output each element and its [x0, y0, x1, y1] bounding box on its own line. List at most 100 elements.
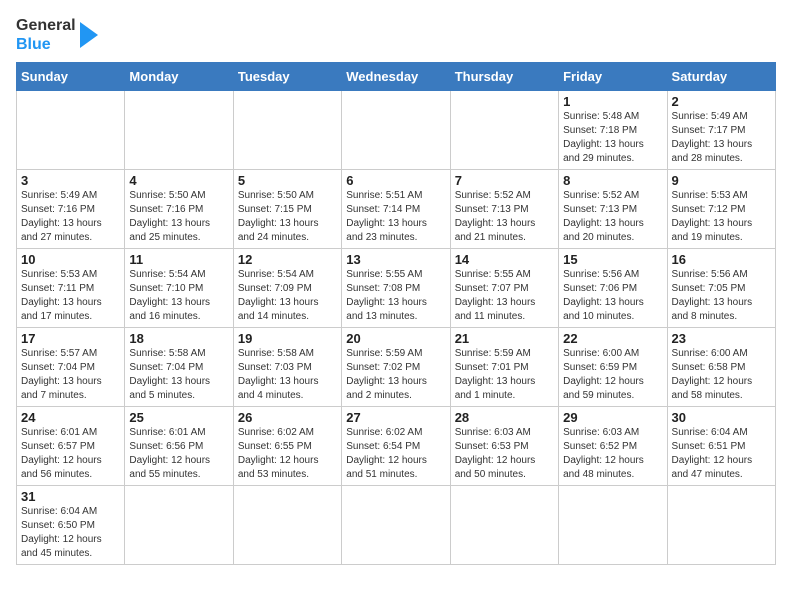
day-number: 18	[129, 331, 228, 346]
day-number: 17	[21, 331, 120, 346]
day-number: 21	[455, 331, 554, 346]
calendar-day-cell: 15Sunrise: 5:56 AM Sunset: 7:06 PM Dayli…	[559, 249, 667, 328]
calendar-day-cell: 12Sunrise: 5:54 AM Sunset: 7:09 PM Dayli…	[233, 249, 341, 328]
day-number: 14	[455, 252, 554, 267]
calendar-day-cell: 6Sunrise: 5:51 AM Sunset: 7:14 PM Daylig…	[342, 170, 450, 249]
calendar-day-cell	[450, 486, 558, 565]
day-info: Sunrise: 6:04 AM Sunset: 6:51 PM Dayligh…	[672, 426, 771, 482]
day-info: Sunrise: 5:49 AM Sunset: 7:17 PM Dayligh…	[672, 110, 771, 166]
day-number: 28	[455, 410, 554, 425]
calendar-week-row: 17Sunrise: 5:57 AM Sunset: 7:04 PM Dayli…	[17, 328, 776, 407]
calendar-day-cell: 1Sunrise: 5:48 AM Sunset: 7:18 PM Daylig…	[559, 91, 667, 170]
calendar-day-cell: 2Sunrise: 5:49 AM Sunset: 7:17 PM Daylig…	[667, 91, 775, 170]
calendar-day-cell	[559, 486, 667, 565]
calendar-table: SundayMondayTuesdayWednesdayThursdayFrid…	[16, 62, 776, 565]
day-info: Sunrise: 5:56 AM Sunset: 7:06 PM Dayligh…	[563, 268, 662, 324]
weekday-header: Saturday	[667, 63, 775, 91]
day-number: 2	[672, 94, 771, 109]
day-number: 24	[21, 410, 120, 425]
day-number: 12	[238, 252, 337, 267]
calendar-day-cell: 16Sunrise: 5:56 AM Sunset: 7:05 PM Dayli…	[667, 249, 775, 328]
day-number: 8	[563, 173, 662, 188]
calendar-day-cell: 3Sunrise: 5:49 AM Sunset: 7:16 PM Daylig…	[17, 170, 125, 249]
calendar-day-cell: 26Sunrise: 6:02 AM Sunset: 6:55 PM Dayli…	[233, 407, 341, 486]
day-info: Sunrise: 5:58 AM Sunset: 7:03 PM Dayligh…	[238, 347, 337, 403]
weekday-header: Monday	[125, 63, 233, 91]
calendar-day-cell: 18Sunrise: 5:58 AM Sunset: 7:04 PM Dayli…	[125, 328, 233, 407]
weekday-header: Tuesday	[233, 63, 341, 91]
calendar-day-cell	[233, 91, 341, 170]
calendar-day-cell	[125, 486, 233, 565]
day-info: Sunrise: 5:49 AM Sunset: 7:16 PM Dayligh…	[21, 189, 120, 245]
calendar-day-cell: 13Sunrise: 5:55 AM Sunset: 7:08 PM Dayli…	[342, 249, 450, 328]
calendar-day-cell: 22Sunrise: 6:00 AM Sunset: 6:59 PM Dayli…	[559, 328, 667, 407]
day-number: 31	[21, 489, 120, 504]
calendar-day-cell: 23Sunrise: 6:00 AM Sunset: 6:58 PM Dayli…	[667, 328, 775, 407]
day-info: Sunrise: 6:01 AM Sunset: 6:57 PM Dayligh…	[21, 426, 120, 482]
day-info: Sunrise: 6:00 AM Sunset: 6:59 PM Dayligh…	[563, 347, 662, 403]
day-number: 3	[21, 173, 120, 188]
day-number: 6	[346, 173, 445, 188]
weekday-header: Wednesday	[342, 63, 450, 91]
calendar-day-cell: 30Sunrise: 6:04 AM Sunset: 6:51 PM Dayli…	[667, 407, 775, 486]
calendar-day-cell	[17, 91, 125, 170]
logo-triangle-icon	[80, 18, 98, 52]
calendar-day-cell: 29Sunrise: 6:03 AM Sunset: 6:52 PM Dayli…	[559, 407, 667, 486]
day-info: Sunrise: 5:50 AM Sunset: 7:16 PM Dayligh…	[129, 189, 228, 245]
day-number: 4	[129, 173, 228, 188]
day-number: 11	[129, 252, 228, 267]
day-number: 15	[563, 252, 662, 267]
day-number: 23	[672, 331, 771, 346]
calendar-day-cell: 17Sunrise: 5:57 AM Sunset: 7:04 PM Dayli…	[17, 328, 125, 407]
day-info: Sunrise: 5:56 AM Sunset: 7:05 PM Dayligh…	[672, 268, 771, 324]
calendar-day-cell: 4Sunrise: 5:50 AM Sunset: 7:16 PM Daylig…	[125, 170, 233, 249]
calendar-day-cell: 7Sunrise: 5:52 AM Sunset: 7:13 PM Daylig…	[450, 170, 558, 249]
day-info: Sunrise: 5:55 AM Sunset: 7:07 PM Dayligh…	[455, 268, 554, 324]
calendar-day-cell: 27Sunrise: 6:02 AM Sunset: 6:54 PM Dayli…	[342, 407, 450, 486]
calendar-day-cell: 25Sunrise: 6:01 AM Sunset: 6:56 PM Dayli…	[125, 407, 233, 486]
calendar-day-cell	[450, 91, 558, 170]
day-info: Sunrise: 5:54 AM Sunset: 7:10 PM Dayligh…	[129, 268, 228, 324]
day-number: 7	[455, 173, 554, 188]
calendar-week-row: 31Sunrise: 6:04 AM Sunset: 6:50 PM Dayli…	[17, 486, 776, 565]
weekday-header: Sunday	[17, 63, 125, 91]
page-header: GeneralBlue	[16, 16, 776, 54]
day-info: Sunrise: 6:00 AM Sunset: 6:58 PM Dayligh…	[672, 347, 771, 403]
calendar-day-cell: 19Sunrise: 5:58 AM Sunset: 7:03 PM Dayli…	[233, 328, 341, 407]
day-number: 16	[672, 252, 771, 267]
day-info: Sunrise: 5:52 AM Sunset: 7:13 PM Dayligh…	[455, 189, 554, 245]
calendar-day-cell: 20Sunrise: 5:59 AM Sunset: 7:02 PM Dayli…	[342, 328, 450, 407]
logo: GeneralBlue	[16, 16, 98, 54]
calendar-day-cell	[233, 486, 341, 565]
day-info: Sunrise: 6:01 AM Sunset: 6:56 PM Dayligh…	[129, 426, 228, 482]
weekday-header: Friday	[559, 63, 667, 91]
calendar-week-row: 1Sunrise: 5:48 AM Sunset: 7:18 PM Daylig…	[17, 91, 776, 170]
calendar-day-cell: 5Sunrise: 5:50 AM Sunset: 7:15 PM Daylig…	[233, 170, 341, 249]
calendar-day-cell	[125, 91, 233, 170]
day-number: 26	[238, 410, 337, 425]
day-info: Sunrise: 5:54 AM Sunset: 7:09 PM Dayligh…	[238, 268, 337, 324]
calendar-day-cell: 9Sunrise: 5:53 AM Sunset: 7:12 PM Daylig…	[667, 170, 775, 249]
day-number: 1	[563, 94, 662, 109]
logo-text: GeneralBlue	[16, 16, 76, 54]
calendar-day-cell: 10Sunrise: 5:53 AM Sunset: 7:11 PM Dayli…	[17, 249, 125, 328]
day-info: Sunrise: 5:51 AM Sunset: 7:14 PM Dayligh…	[346, 189, 445, 245]
day-number: 29	[563, 410, 662, 425]
calendar-week-row: 3Sunrise: 5:49 AM Sunset: 7:16 PM Daylig…	[17, 170, 776, 249]
day-number: 19	[238, 331, 337, 346]
day-info: Sunrise: 5:53 AM Sunset: 7:12 PM Dayligh…	[672, 189, 771, 245]
day-info: Sunrise: 6:04 AM Sunset: 6:50 PM Dayligh…	[21, 505, 120, 561]
calendar-header-row: SundayMondayTuesdayWednesdayThursdayFrid…	[17, 63, 776, 91]
day-info: Sunrise: 5:58 AM Sunset: 7:04 PM Dayligh…	[129, 347, 228, 403]
day-info: Sunrise: 6:03 AM Sunset: 6:53 PM Dayligh…	[455, 426, 554, 482]
day-number: 9	[672, 173, 771, 188]
day-info: Sunrise: 5:53 AM Sunset: 7:11 PM Dayligh…	[21, 268, 120, 324]
day-info: Sunrise: 6:03 AM Sunset: 6:52 PM Dayligh…	[563, 426, 662, 482]
calendar-day-cell: 31Sunrise: 6:04 AM Sunset: 6:50 PM Dayli…	[17, 486, 125, 565]
day-info: Sunrise: 5:52 AM Sunset: 7:13 PM Dayligh…	[563, 189, 662, 245]
day-info: Sunrise: 5:59 AM Sunset: 7:02 PM Dayligh…	[346, 347, 445, 403]
calendar-day-cell: 24Sunrise: 6:01 AM Sunset: 6:57 PM Dayli…	[17, 407, 125, 486]
day-info: Sunrise: 6:02 AM Sunset: 6:54 PM Dayligh…	[346, 426, 445, 482]
day-number: 27	[346, 410, 445, 425]
day-info: Sunrise: 5:50 AM Sunset: 7:15 PM Dayligh…	[238, 189, 337, 245]
